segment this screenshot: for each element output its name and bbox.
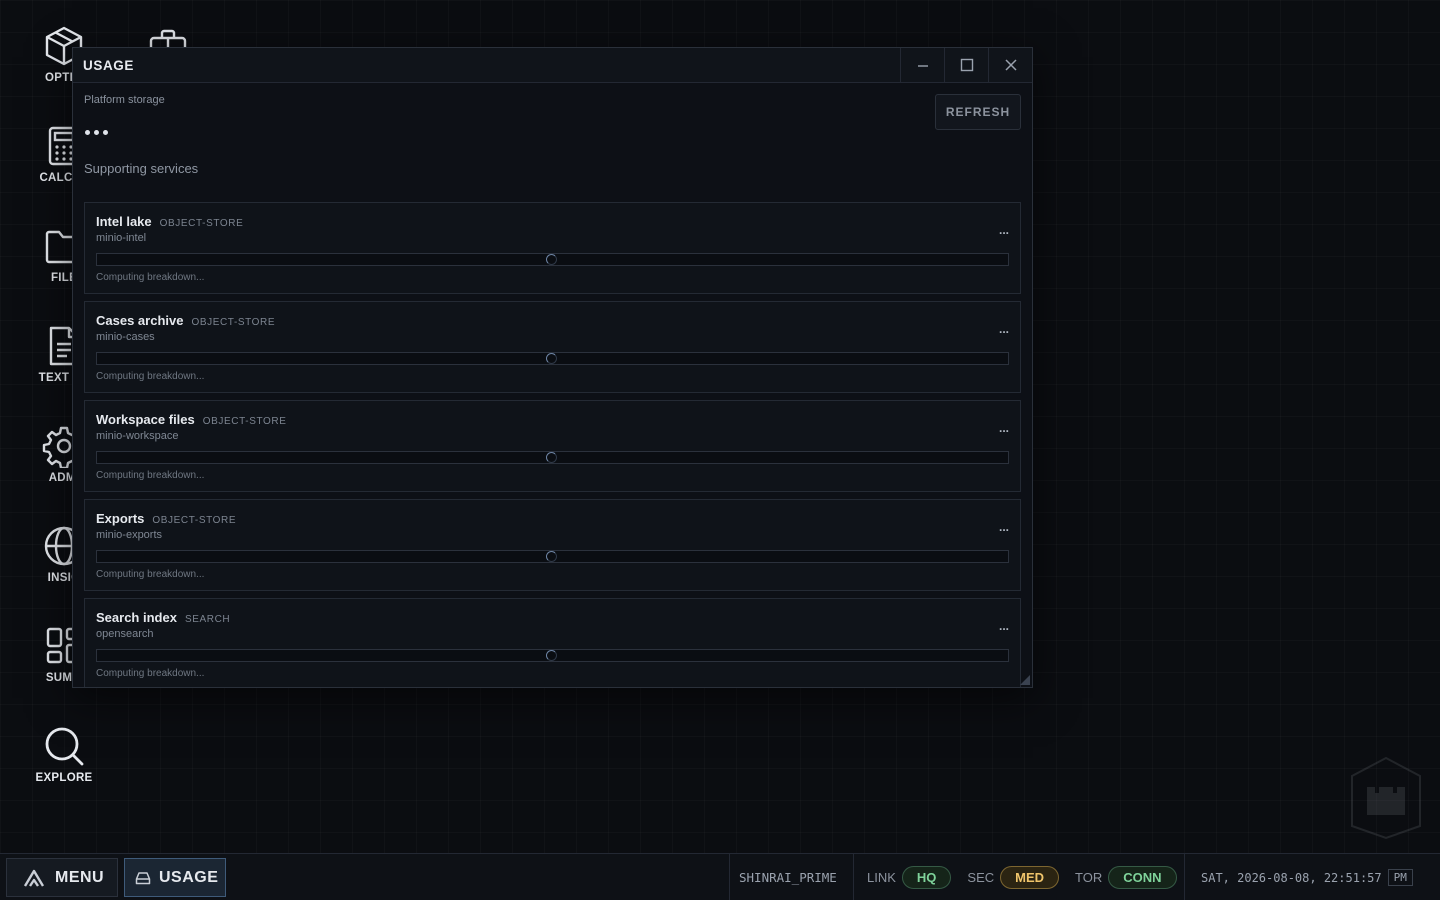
service-more-button[interactable]: ... — [999, 322, 1009, 336]
tor-key: TOR — [1075, 870, 1103, 885]
taskbar-usage-button[interactable]: USAGE — [124, 858, 226, 897]
service-name: Cases archive — [96, 313, 184, 328]
usage-bar — [96, 253, 1009, 266]
service-status: Computing breakdown... — [96, 371, 205, 382]
service-card-intel-lake: Intel lake OBJECT-STORE minio-intel ... … — [84, 202, 1021, 294]
minimize-button[interactable] — [900, 48, 944, 83]
spinner-icon — [546, 254, 557, 265]
service-status: Computing breakdown... — [96, 569, 205, 580]
clock[interactable]: SAT, 2026-08-08, 22:51:57 PM — [1184, 854, 1440, 900]
close-button[interactable] — [988, 48, 1032, 83]
clock-ampm: PM — [1387, 869, 1413, 886]
service-name: Workspace files — [96, 412, 195, 427]
maximize-icon — [960, 58, 973, 72]
maximize-button[interactable] — [944, 48, 988, 83]
resize-grip-icon[interactable] — [1020, 675, 1030, 685]
service-name: Intel lake — [96, 214, 152, 229]
service-more-button[interactable]: ... — [999, 619, 1009, 633]
menu-label: MENU — [55, 868, 105, 886]
service-status: Computing breakdown... — [96, 272, 205, 283]
service-kind: SEARCH — [184, 614, 231, 625]
service-card-search-index: Search index SEARCH opensearch ... Compu… — [84, 598, 1021, 687]
storage-drive-icon — [135, 871, 151, 884]
search-icon — [45, 727, 84, 766]
service-kind: OBJECT-STORE — [191, 317, 276, 328]
service-id: minio-exports — [96, 529, 163, 541]
usage-bar — [96, 649, 1009, 662]
service-id: minio-cases — [96, 331, 155, 343]
usage-bar — [96, 451, 1009, 464]
service-more-button[interactable]: ... — [999, 223, 1009, 237]
close-icon — [1004, 59, 1017, 71]
service-name: Exports — [96, 511, 145, 526]
sec-key: SEC — [967, 870, 995, 885]
hostname: SHINRAI_PRIME — [729, 854, 853, 900]
usage-bar — [96, 352, 1009, 365]
minimize-icon — [917, 65, 928, 67]
clock-datetime: SAT, 2026-08-08, 22:51:57 — [1201, 870, 1382, 885]
desktop-icon-explore[interactable]: EXPLORE — [24, 720, 104, 800]
app-logo-icon — [23, 869, 45, 887]
desktop-icon-label: EXPLORE — [35, 772, 93, 784]
service-kind: OBJECT-STORE — [152, 515, 237, 526]
link-status-badge[interactable]: HQ — [901, 866, 952, 889]
taskbar: MENU USAGE SHINRAI_PRIME LINK HQ SEC MED… — [0, 853, 1440, 900]
service-id: minio-workspace — [96, 430, 179, 442]
connection-status: LINK HQ SEC MED TOR CONN — [853, 854, 1184, 900]
taskbar-usage-label: USAGE — [159, 868, 219, 886]
service-name: Search index — [96, 610, 177, 625]
service-card-workspace-files: Workspace files OBJECT-STORE minio-works… — [84, 400, 1021, 492]
sec-status-badge[interactable]: MED — [1000, 866, 1060, 889]
spinner-icon — [546, 353, 557, 364]
service-card-cases-archive: Cases archive OBJECT-STORE minio-cases .… — [84, 301, 1021, 393]
service-kind: OBJECT-STORE — [202, 416, 287, 427]
link-key: LINK — [867, 870, 896, 885]
spinner-icon — [546, 551, 557, 562]
menu-button[interactable]: MENU — [6, 858, 118, 897]
service-more-button[interactable]: ... — [999, 421, 1009, 435]
window-titlebar[interactable]: USAGE — [73, 48, 1032, 83]
usage-bar — [96, 550, 1009, 563]
tor-status-badge[interactable]: CONN — [1108, 866, 1177, 889]
service-card-exports: Exports OBJECT-STORE minio-exports ... C… — [84, 499, 1021, 591]
usage-window: USAGE Platform storage REFRESH Supportin… — [72, 47, 1033, 688]
service-status: Computing breakdown... — [96, 470, 205, 481]
service-id: opensearch — [96, 628, 154, 640]
spinner-icon — [546, 452, 557, 463]
services-list: Intel lake OBJECT-STORE minio-intel ... … — [84, 202, 1021, 687]
loading-indicator — [85, 130, 108, 135]
spinner-icon — [546, 650, 557, 661]
service-more-button[interactable]: ... — [999, 520, 1009, 534]
service-kind: OBJECT-STORE — [159, 218, 244, 229]
service-status: Computing breakdown... — [96, 668, 205, 679]
platform-storage-label: Platform storage — [84, 94, 165, 106]
refresh-button[interactable]: REFRESH — [935, 94, 1021, 130]
supporting-services-label: Supporting services — [84, 161, 199, 176]
window-title: USAGE — [83, 57, 135, 73]
service-id: minio-intel — [96, 232, 147, 244]
castle-logo-watermark — [1351, 756, 1421, 840]
